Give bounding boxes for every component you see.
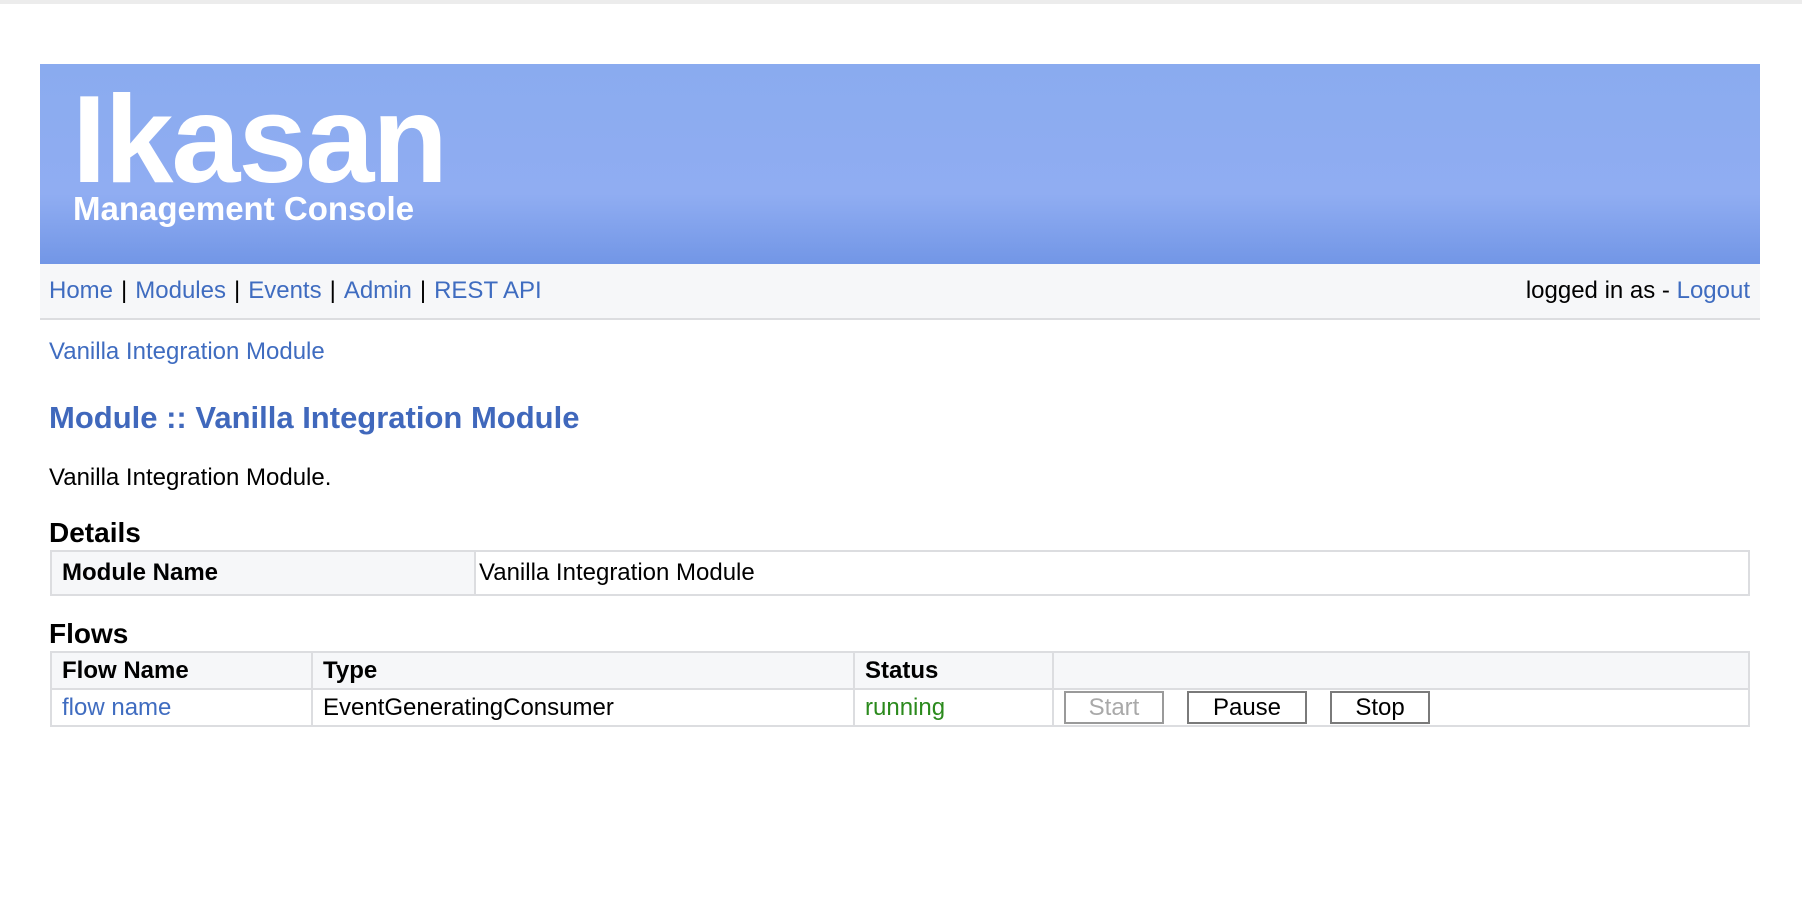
type-column-header: Type <box>311 651 855 690</box>
flow-name-cell: flow name <box>50 688 313 727</box>
brand-subtitle: Management Console <box>73 190 415 227</box>
status-column-header: Status <box>853 651 1054 690</box>
nav-separator: | <box>419 277 427 304</box>
pause-button[interactable]: Pause <box>1187 691 1307 724</box>
nav-modules-link[interactable]: Modules <box>135 277 226 305</box>
module-name-value: Vanilla Integration Module <box>474 550 1750 596</box>
module-name-label: Module Name <box>50 550 476 596</box>
main-nav: Home | Modules | Events | Admin | REST A… <box>49 277 542 305</box>
nav-separator: | <box>329 277 336 304</box>
flow-actions-cell: Start Pause Stop <box>1052 688 1750 727</box>
page-title: Module :: Vanilla Integration Module <box>49 400 580 435</box>
flow-type-cell: EventGeneratingConsumer <box>311 688 855 727</box>
header-banner: Ikasan Management Console <box>40 64 1760 264</box>
nav-events-link[interactable]: Events <box>248 277 321 305</box>
table-row: flow name EventGeneratingConsumer runnin… <box>50 688 1750 727</box>
start-button[interactable]: Start <box>1064 691 1164 724</box>
actions-column-header <box>1052 651 1750 690</box>
logout-link[interactable]: Logout <box>1677 277 1750 305</box>
stop-button[interactable]: Stop <box>1330 691 1430 724</box>
breadcrumb: Vanilla Integration Module <box>49 337 1760 367</box>
flows-heading: Flows <box>49 618 129 649</box>
brand-title: Ikasan <box>72 71 448 209</box>
user-area: logged in as - Logout <box>1526 277 1750 305</box>
nav-separator: | <box>233 277 241 304</box>
nav-separator: | <box>121 277 128 304</box>
details-row: Module Name Vanilla Integration Module <box>50 550 1750 596</box>
flows-table: Flow Name Type Status flow name EventGen… <box>50 651 1750 727</box>
flow-name-column-header: Flow Name <box>50 651 313 690</box>
nav-home-link[interactable]: Home <box>49 277 113 305</box>
main-content: Vanilla Integration Module Module :: Van… <box>40 337 1760 727</box>
nav-bar: Home | Modules | Events | Admin | REST A… <box>40 264 1760 320</box>
window-top-border <box>0 0 1802 4</box>
breadcrumb-module-link[interactable]: Vanilla Integration Module <box>49 338 325 365</box>
flow-status: running <box>853 688 1054 727</box>
flow-name-link[interactable]: flow name <box>62 694 171 721</box>
details-heading: Details <box>49 517 141 548</box>
details-table: Module Name Vanilla Integration Module <box>50 550 1750 596</box>
nav-rest-api-link[interactable]: REST API <box>434 277 542 305</box>
logged-in-text: logged in as - <box>1525 277 1670 304</box>
page-container: Ikasan Management Console Home | Modules… <box>40 64 1760 727</box>
flows-header-row: Flow Name Type Status <box>50 651 1750 690</box>
nav-admin-link[interactable]: Admin <box>344 277 412 305</box>
module-description: Vanilla Integration Module. <box>49 464 332 491</box>
